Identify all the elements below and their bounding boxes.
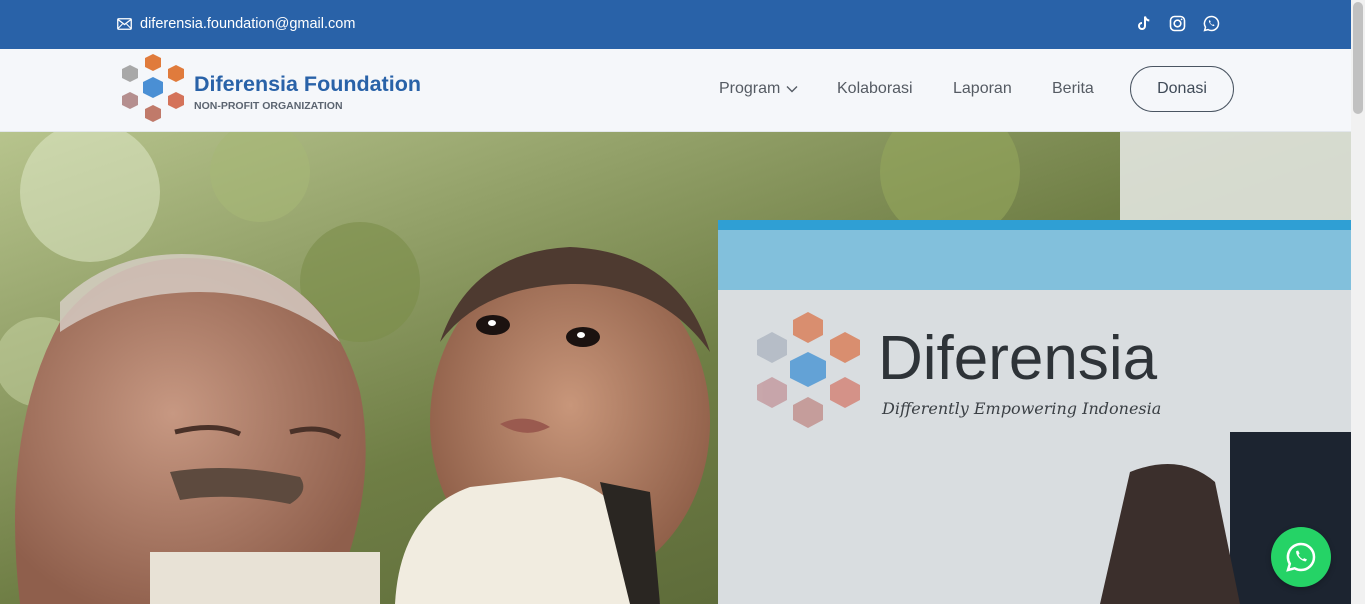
social-links [1135,15,1220,32]
mail-icon [117,18,132,30]
brand-title[interactable]: Diferensia Foundation [194,72,421,97]
tiktok-icon[interactable] [1135,15,1152,32]
nav-item-label: Kolaborasi [837,80,913,97]
contact-email[interactable]: diferensia.foundation@gmail.com [117,16,355,32]
donate-button[interactable]: Donasi [1130,66,1234,112]
page-scrollbar[interactable] [1351,0,1365,604]
scrollbar-thumb[interactable] [1353,2,1363,114]
hero-photo: Diferensia Differently Empowering Indone… [0,132,1351,604]
nav-item-berita[interactable]: Berita [1052,80,1094,98]
hero-image: Diferensia Differently Empowering Indone… [0,132,1351,604]
logo[interactable] [117,52,191,128]
chevron-down-icon [786,86,798,93]
nav-item-kolaborasi[interactable]: Kolaborasi [837,80,913,98]
nav-item-label: Laporan [953,80,1012,97]
whatsapp-icon [1286,542,1316,572]
sign-title: Diferensia [878,324,1158,393]
nav-item-laporan[interactable]: Laporan [953,80,1012,98]
whatsapp-icon[interactable] [1203,15,1220,32]
email-text: diferensia.foundation@gmail.com [140,16,356,32]
top-bar: diferensia.foundation@gmail.com [0,0,1351,49]
brand-subtitle: NON-PROFIT ORGANIZATION [194,100,343,112]
main-navbar: Diferensia Foundation NON-PROFIT ORGANIZ… [0,49,1351,132]
nav-item-label: Berita [1052,80,1094,97]
nav-item-program[interactable]: Program [719,80,798,98]
whatsapp-float-button[interactable] [1271,527,1331,587]
nav-item-label: Program [719,80,781,97]
sign-tagline: Differently Empowering Indonesia [881,399,1161,418]
instagram-icon[interactable] [1169,15,1186,32]
